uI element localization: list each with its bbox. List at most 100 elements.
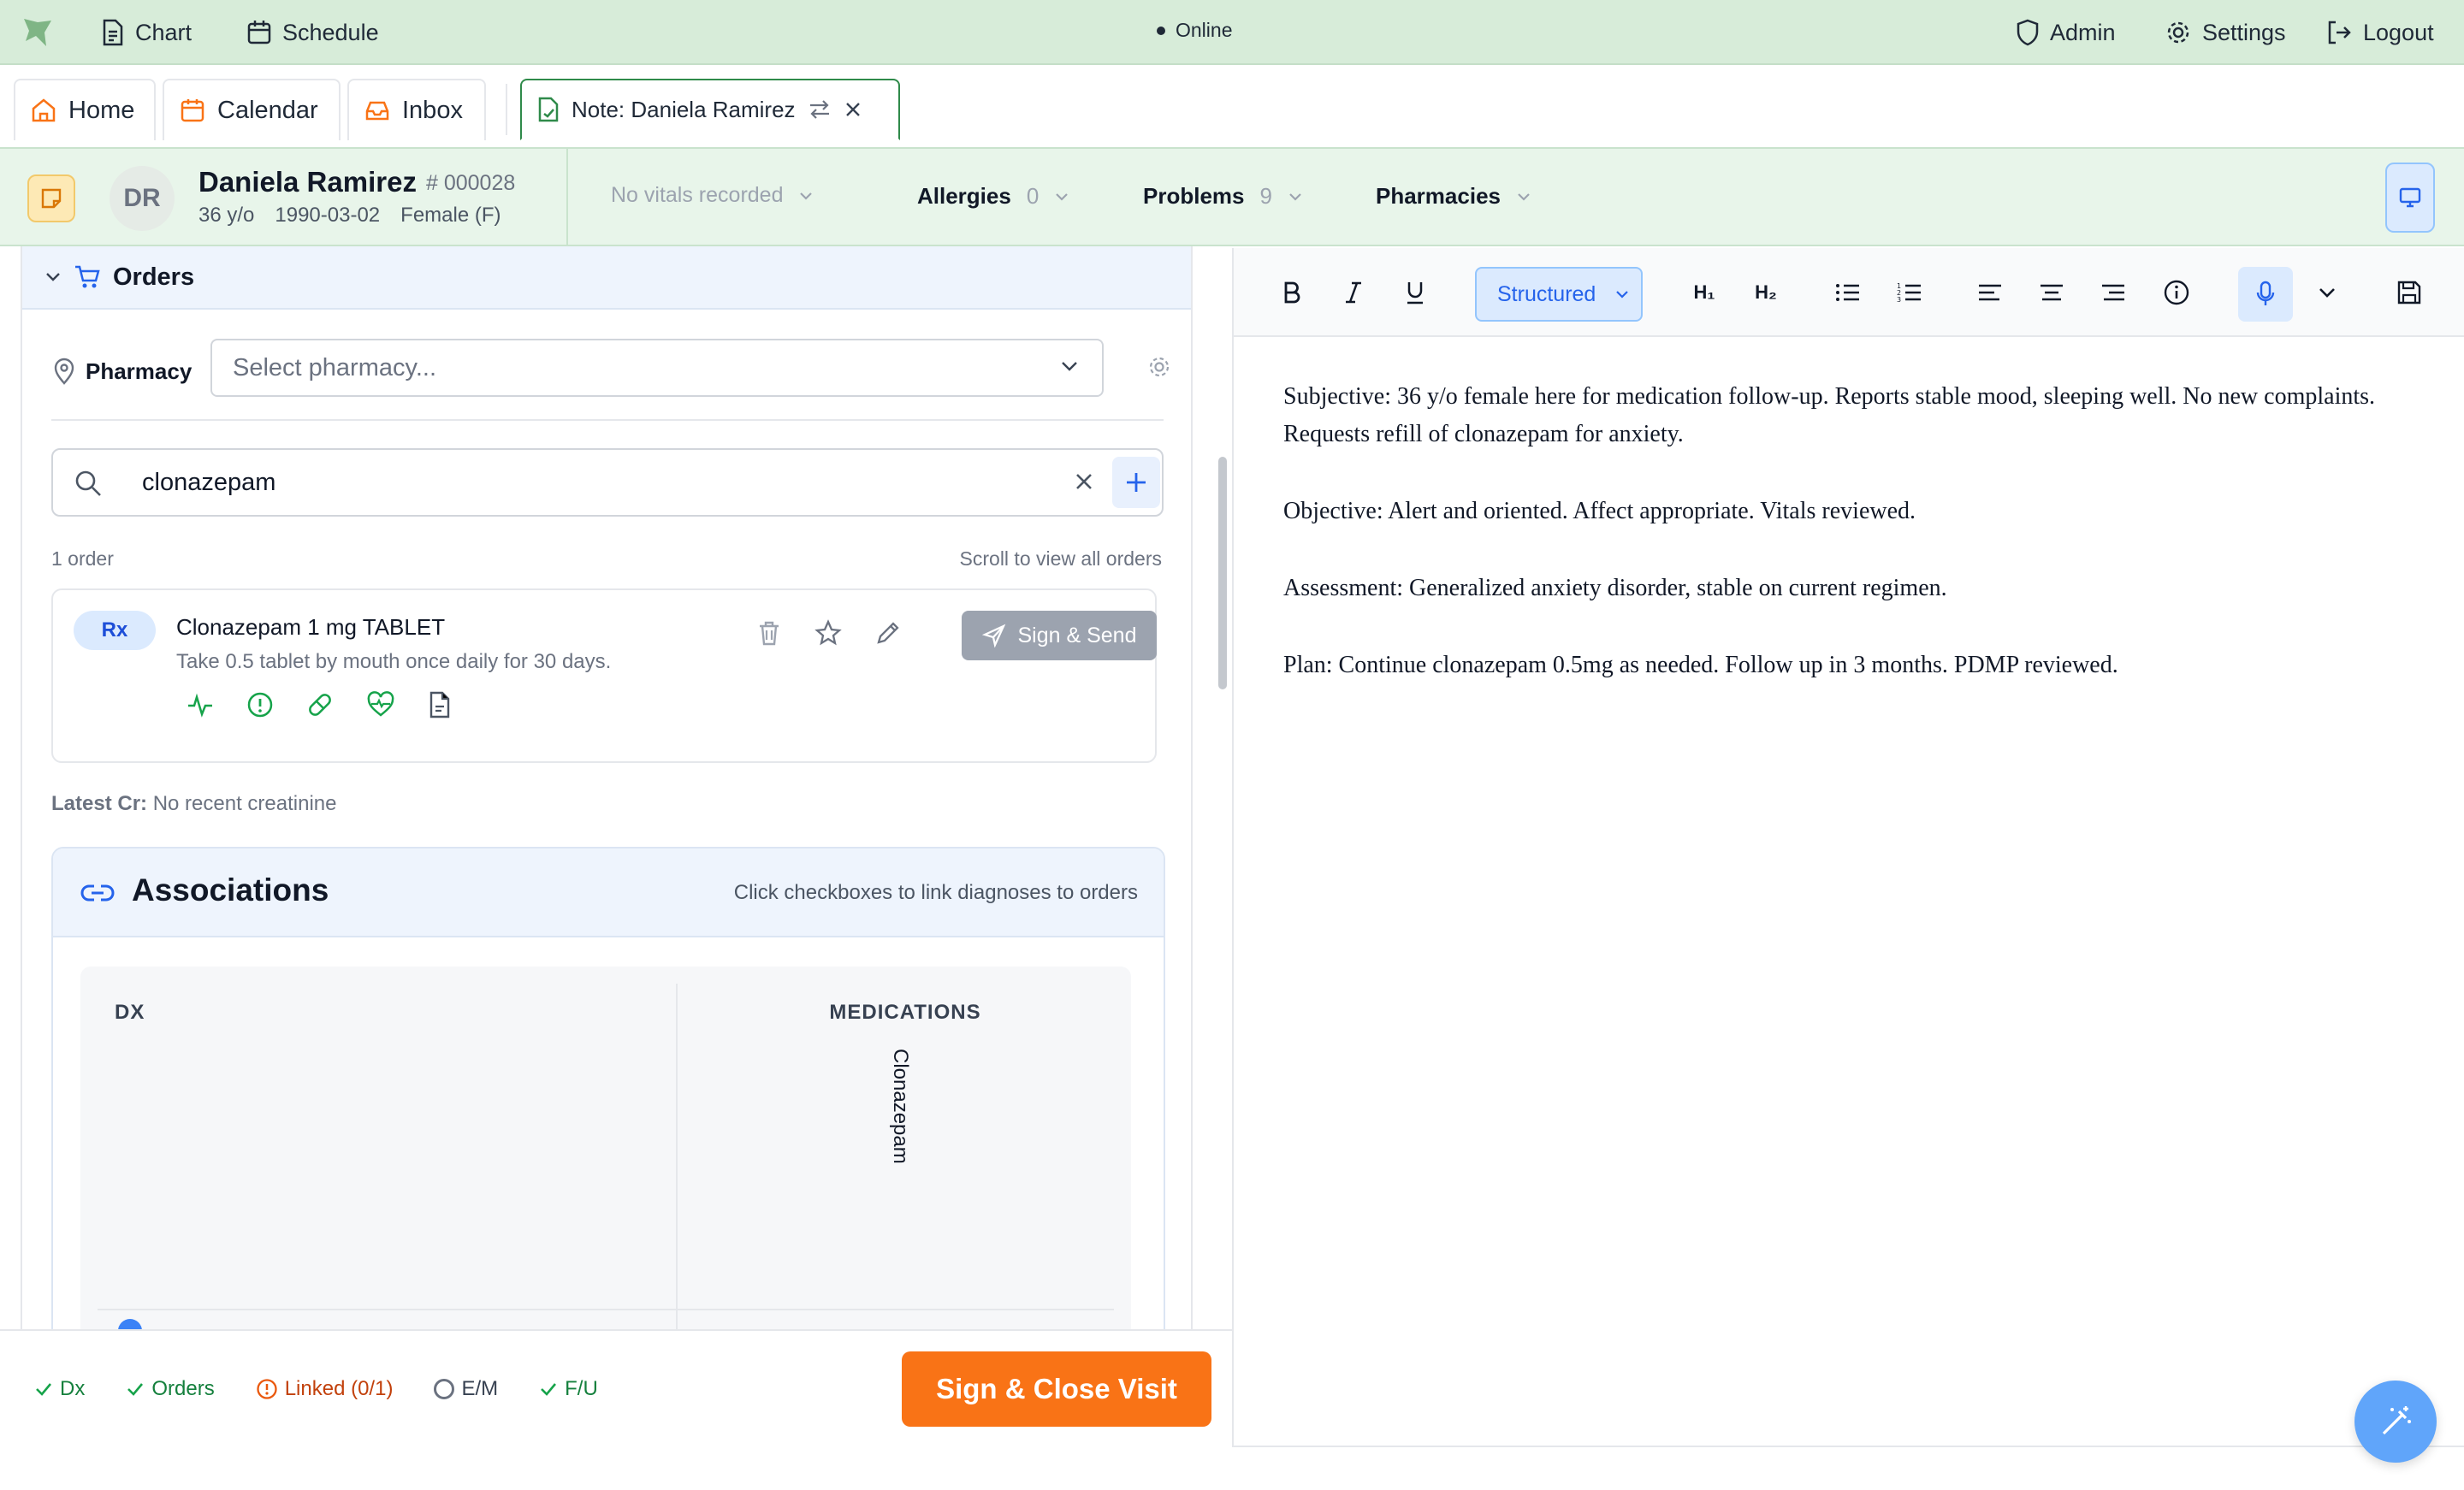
check-em-label: E/M [461,1377,499,1400]
underline-button[interactable] [1398,275,1432,310]
check-fu-label: F/U [565,1377,598,1400]
bullet-list-button[interactable] [1831,275,1865,310]
note-text[interactable]: Subjective: 36 y/o female here for medic… [1283,378,2396,724]
bold-button[interactable] [1275,275,1309,310]
pill-icon[interactable] [306,691,334,718]
align-left-button[interactable] [1973,275,2007,310]
heading-1-button[interactable]: H₁ [1687,275,1721,310]
allergies-dropdown[interactable]: Allergies 0 [917,183,1069,210]
nav-admin[interactable]: Admin [2016,0,2116,65]
numbered-list-button[interactable]: 123 [1892,275,1927,310]
italic-button[interactable] [1336,275,1371,310]
order-drug-name: Clonazepam 1 mg TABLET [176,614,446,640]
dx-column-header: DX [115,1001,145,1024]
ai-assist-button[interactable] [2354,1381,2437,1463]
associations-header: Associations Click checkboxes to link di… [53,848,1164,937]
chevron-down-icon [1059,359,1080,373]
link-icon [80,881,115,905]
order-clinical-icons [187,691,452,718]
medications-column-header: MEDICATIONS [829,1001,981,1024]
check-linked[interactable]: Linked (0/1) [256,1377,394,1401]
note-plan: Plan: Continue clonazepam 0.5mg as neede… [1283,652,2118,678]
check-dx[interactable]: Dx [34,1377,85,1401]
vitals-dropdown[interactable]: No vitals recorded [611,183,814,208]
add-order-button[interactable] [1112,457,1160,508]
associations-panel: Associations Click checkboxes to link di… [51,847,1165,1329]
note-mode-select[interactable]: Structured [1475,267,1643,322]
home-icon [31,98,56,123]
shield-icon [2016,19,2040,46]
gear-icon [2165,19,2192,46]
more-options-button[interactable] [2310,275,2344,310]
check-fu[interactable]: F/U [539,1377,598,1401]
divider [51,419,1164,421]
dictation-button[interactable] [2238,267,2293,322]
save-icon [2397,281,2421,305]
order-search-input[interactable]: clonazepam [142,469,275,497]
nav-schedule[interactable]: Schedule [246,0,379,65]
inbox-icon [364,98,390,123]
svg-text:3: 3 [1897,296,1901,304]
check-linked-label: Linked (0/1) [284,1377,394,1400]
nav-settings[interactable]: Settings [2165,0,2286,65]
close-tab-icon[interactable] [844,100,862,119]
logo-icon[interactable] [21,15,55,50]
file-text-icon [101,19,125,46]
tab-home[interactable]: Home [14,79,156,140]
bold-icon [1284,281,1300,304]
nav-logout[interactable]: Logout [2325,0,2434,65]
row-divider [98,1309,1114,1310]
sticky-note-button[interactable] [27,174,75,222]
warning-circle-icon [256,1378,278,1400]
vitals-label: No vitals recorded [611,183,784,207]
sign-and-close-visit-button[interactable]: Sign & Close Visit [902,1351,1211,1427]
trash-icon[interactable] [756,619,782,647]
patient-sex: Female (F) [400,204,501,227]
swap-icon[interactable] [808,99,832,120]
heart-pulse-icon[interactable] [366,691,395,718]
nav-admin-label: Admin [2050,19,2116,45]
check-dx-label: Dx [60,1377,86,1400]
editor-bottom-border [1232,1446,2464,1447]
italic-icon [1346,281,1361,304]
pharmacies-dropdown[interactable]: Pharmacies [1376,183,1531,210]
calendar-icon [246,19,272,46]
align-center-button[interactable] [2035,275,2069,310]
patient-age: 36 y/o [198,204,255,227]
save-button[interactable] [2392,275,2426,310]
nav-chart[interactable]: Chart [101,0,192,65]
sign-and-send-button[interactable]: Sign & Send [962,611,1157,660]
activity-icon[interactable] [187,691,214,718]
check-orders-label: Orders [151,1377,215,1400]
pharmacy-select[interactable]: Select pharmacy... [210,339,1104,397]
heading-2-button[interactable]: H₂ [1749,275,1783,310]
note-editor: Structured H₁ H₂ 123 Subjective: 36 y/o … [1232,248,2464,1446]
clear-search-icon[interactable] [1071,469,1097,494]
edit-pencil-icon[interactable] [874,619,902,647]
document-icon[interactable] [428,691,452,718]
latest-creatinine: Latest Cr: No recent creatinine [51,792,336,816]
tab-inbox[interactable]: Inbox [347,79,486,140]
check-em[interactable]: E/M [434,1377,498,1401]
status-dot-icon [1157,26,1165,35]
monitor-icon [2398,186,2422,209]
star-icon[interactable] [814,619,842,647]
orders-section-header[interactable]: Orders [22,246,1191,310]
align-right-button[interactable] [2096,275,2130,310]
association-matrix: DX MEDICATIONS Clonazepam [80,967,1131,1329]
patient-name: Daniela Ramirez [198,166,417,198]
problems-dropdown[interactable]: Problems 9 [1143,183,1303,210]
info-button[interactable] [2159,275,2194,310]
check-orders[interactable]: Orders [126,1377,215,1401]
tab-calendar[interactable]: Calendar [163,79,341,140]
tab-note-daniela-ramirez[interactable]: Note: Daniela Ramirez [520,79,900,140]
display-toggle-button[interactable] [2385,163,2435,233]
order-search[interactable]: clonazepam [51,448,1164,517]
alert-circle-icon[interactable] [246,691,274,718]
pharmacy-settings-icon[interactable] [1146,354,1172,380]
search-icon [74,469,103,498]
dx-row-marker[interactable] [118,1319,142,1329]
send-icon [981,624,1006,647]
orders-scrollbar[interactable] [1218,457,1227,689]
empty-circle-icon [434,1379,455,1399]
